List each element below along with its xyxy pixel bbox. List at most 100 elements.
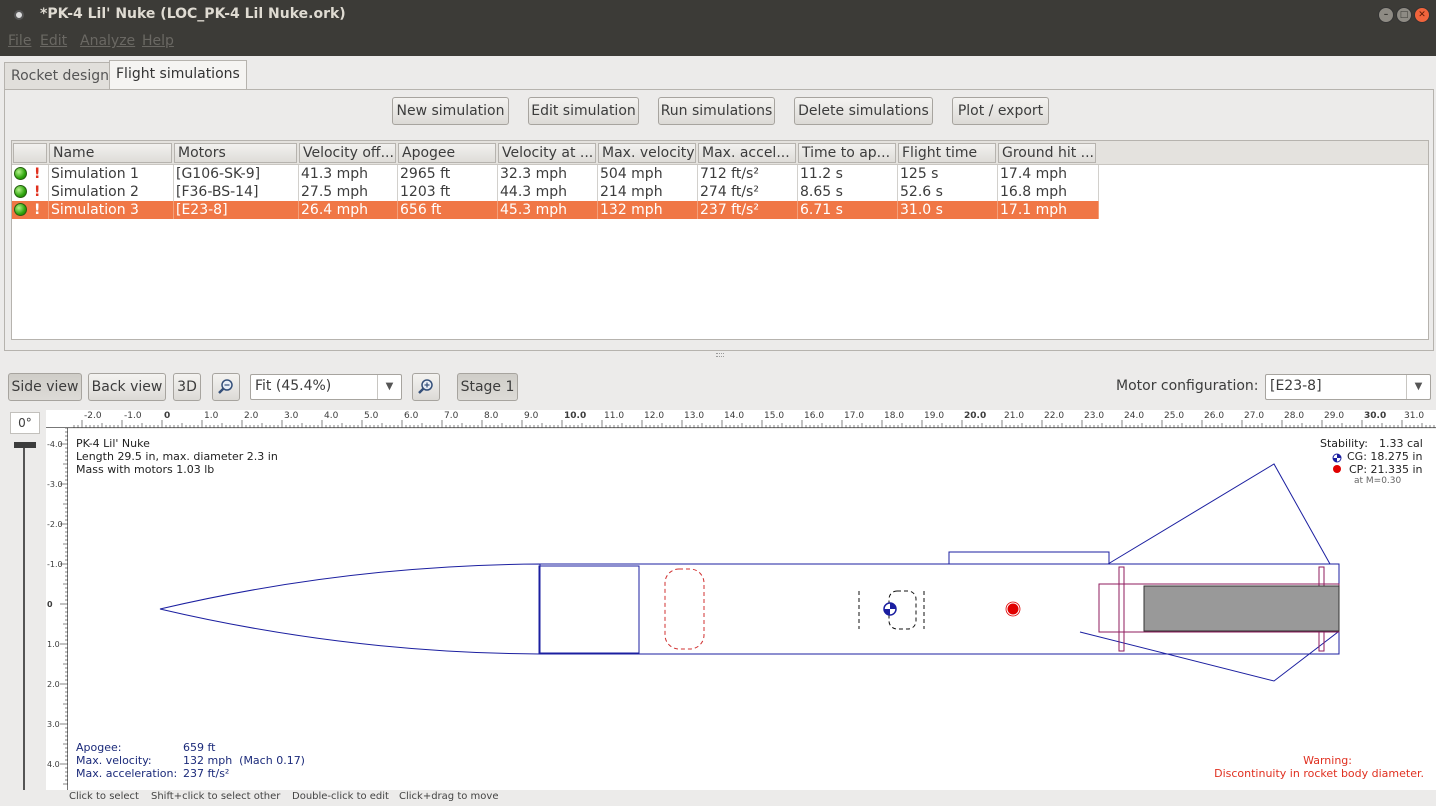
ruler-tick-label: 4.0 [324,411,339,421]
menu-edit[interactable]: Edit [40,33,67,49]
vertical-ruler: -4.0 -3.0 -2.0 -1.0 0 1.0 2.0 3.0 4.0 [46,428,68,790]
max-acceleration-value: 237 ft/s² [183,767,230,780]
cell-max-vel: 214 mph [598,183,698,201]
ruler-tick-label: 23.0 [1084,411,1105,421]
status-cell: ! [12,165,49,183]
inner-component[interactable] [538,565,640,654]
column-velocity-at-deployment[interactable]: Velocity at ... [498,143,596,163]
ruler-tick-label: 31.0 [1404,411,1425,421]
ruler-tick-label: 15.0 [764,411,785,421]
zoom-in-button[interactable] [412,373,440,401]
maximize-icon[interactable]: □ [1396,7,1412,23]
max-velocity-label: Max. velocity: [76,754,152,767]
plot-export-button[interactable]: Plot / export [952,97,1049,125]
cell-apogee: 1203 ft [398,183,498,201]
zoom-out-button[interactable] [212,373,240,401]
ruler-tick-label: -3.0 [47,480,63,489]
horizontal-ruler: -2.0 -1.0 0 1.0 2.0 3.0 4.0 5.0 6.0 7.0 8.0 9.0 10.0… [46,410,1436,428]
zoom-value: Fit (45.4%) [255,378,332,394]
column-flight-time[interactable]: Flight time [898,143,996,163]
apogee-value: 659 ft [183,741,216,754]
menu-help[interactable]: Help [142,33,174,49]
motor[interactable] [1143,585,1340,632]
zoom-select[interactable]: Fit (45.4%) ▼ [250,374,402,400]
fin-top[interactable] [1107,463,1331,565]
rocket-drawing[interactable] [68,429,1436,790]
ruler-tick-label: 16.0 [804,411,825,421]
rocket-name: PK-4 Lil' Nuke [76,437,150,450]
delete-simulations-button[interactable]: Delete simulations [794,97,933,125]
table-row[interactable]: ! Simulation 2 [F36-BS-14] 27.5 mph 1203 ft 4… [12,183,1099,201]
ruler-tick-label: 10.0 [564,411,587,421]
cell-max-accel: 274 ft/s² [698,183,798,201]
ruler-tick-label: 9.0 [524,411,539,421]
back-view-button[interactable]: Back view [88,373,166,401]
edit-simulation-button[interactable]: Edit simulation [528,97,639,125]
column-status[interactable] [13,143,47,163]
ruler-tick-label: -2.0 [84,411,102,421]
close-icon[interactable]: ✕ [1414,7,1430,23]
stage-1-toggle[interactable]: Stage 1 [457,373,518,401]
minimize-icon[interactable]: – [1378,7,1394,23]
ruler-tick-label: 20.0 [964,411,987,421]
cell-name: Simulation 1 [49,165,174,183]
motor-configuration-select[interactable]: [E23-8] ▼ [1265,374,1431,400]
ruler-tick-label: 24.0 [1124,411,1145,421]
cg-icon [1332,451,1342,463]
column-apogee[interactable]: Apogee [398,143,496,163]
side-view-button[interactable]: Side view [8,373,82,401]
ruler-tick-label: 0 [47,600,53,609]
cell-max-accel: 712 ft/s² [698,165,798,183]
warning-icon: ! [34,166,41,182]
new-simulation-button[interactable]: New simulation [392,97,509,125]
ruler-tick-label: 21.0 [1004,411,1025,421]
ruler-tick-label: 17.0 [844,411,865,421]
rocket-mass: Mass with motors 1.03 lb [76,463,215,476]
run-simulations-button[interactable]: Run simulations [658,97,775,125]
table-row[interactable]: ! Simulation 3 [E23-8] 26.4 mph 656 ft 45.3 m… [12,201,1099,219]
cell-motors: [G106-SK-9] [174,165,299,183]
3d-view-button[interactable]: 3D [173,373,201,401]
column-motors[interactable]: Motors [174,143,297,163]
apogee-label: Apogee: [76,741,122,754]
centering-ring-front[interactable] [1118,566,1125,652]
parachute[interactable] [664,568,705,650]
ruler-tick-label: 11.0 [604,411,625,421]
tab-flight-simulations[interactable]: Flight simulations [109,60,247,90]
rotation-value[interactable]: 0° [10,412,40,434]
splitter-handle[interactable] [716,353,724,357]
ruler-tick-label: 12.0 [644,411,665,421]
ruler-tick-label: 30.0 [1364,411,1387,421]
menu-file[interactable]: File [8,33,31,49]
column-max-velocity[interactable]: Max. velocity [598,143,696,163]
cell-vel-at: 32.3 mph [498,165,598,183]
column-ground-hit-velocity[interactable]: Ground hit ... [998,143,1096,163]
rocket-figure[interactable]: PK-4 Lil' Nuke Length 29.5 in, max. diam… [68,429,1436,790]
hint-move: Click+drag to move [399,791,499,802]
column-velocity-off-rod[interactable]: Velocity off... [299,143,396,163]
warning-title: Warning: [1303,754,1352,767]
launch-lug[interactable] [948,551,1110,565]
cg-value: CG: 18.275 in [1347,450,1423,463]
ruler-tick-label: 0 [164,411,171,421]
cell-max-vel: 504 mph [598,165,698,183]
motor-configuration-label: Motor configuration: [1116,378,1259,394]
tab-rocket-design[interactable]: Rocket design [4,62,116,90]
cell-time-ap: 6.71 s [798,201,898,219]
ruler-tick-label: 2.0 [244,411,259,421]
cell-max-accel: 237 ft/s² [698,201,798,219]
nose-cone[interactable] [159,563,541,655]
rotation-slider-handle[interactable] [14,442,36,448]
cell-flight-time: 125 s [898,165,998,183]
column-name[interactable]: Name [49,143,172,163]
simulations-table[interactable]: Name Motors Velocity off... Apogee Veloc… [11,140,1429,340]
column-time-to-apogee[interactable]: Time to ap... [798,143,896,163]
warning-icon: ! [34,184,41,200]
ruler-tick-label: 4.0 [47,760,60,769]
column-max-acceleration[interactable]: Max. accel... [698,143,796,163]
warning-text: Discontinuity in rocket body diameter. [1214,767,1424,780]
rotation-slider-track[interactable] [23,448,25,790]
max-acceleration-label: Max. acceleration: [76,767,178,780]
menu-analyze[interactable]: Analyze [80,33,135,49]
table-row[interactable]: ! Simulation 1 [G106-SK-9] 41.3 mph 2965 ft 3… [12,165,1099,183]
